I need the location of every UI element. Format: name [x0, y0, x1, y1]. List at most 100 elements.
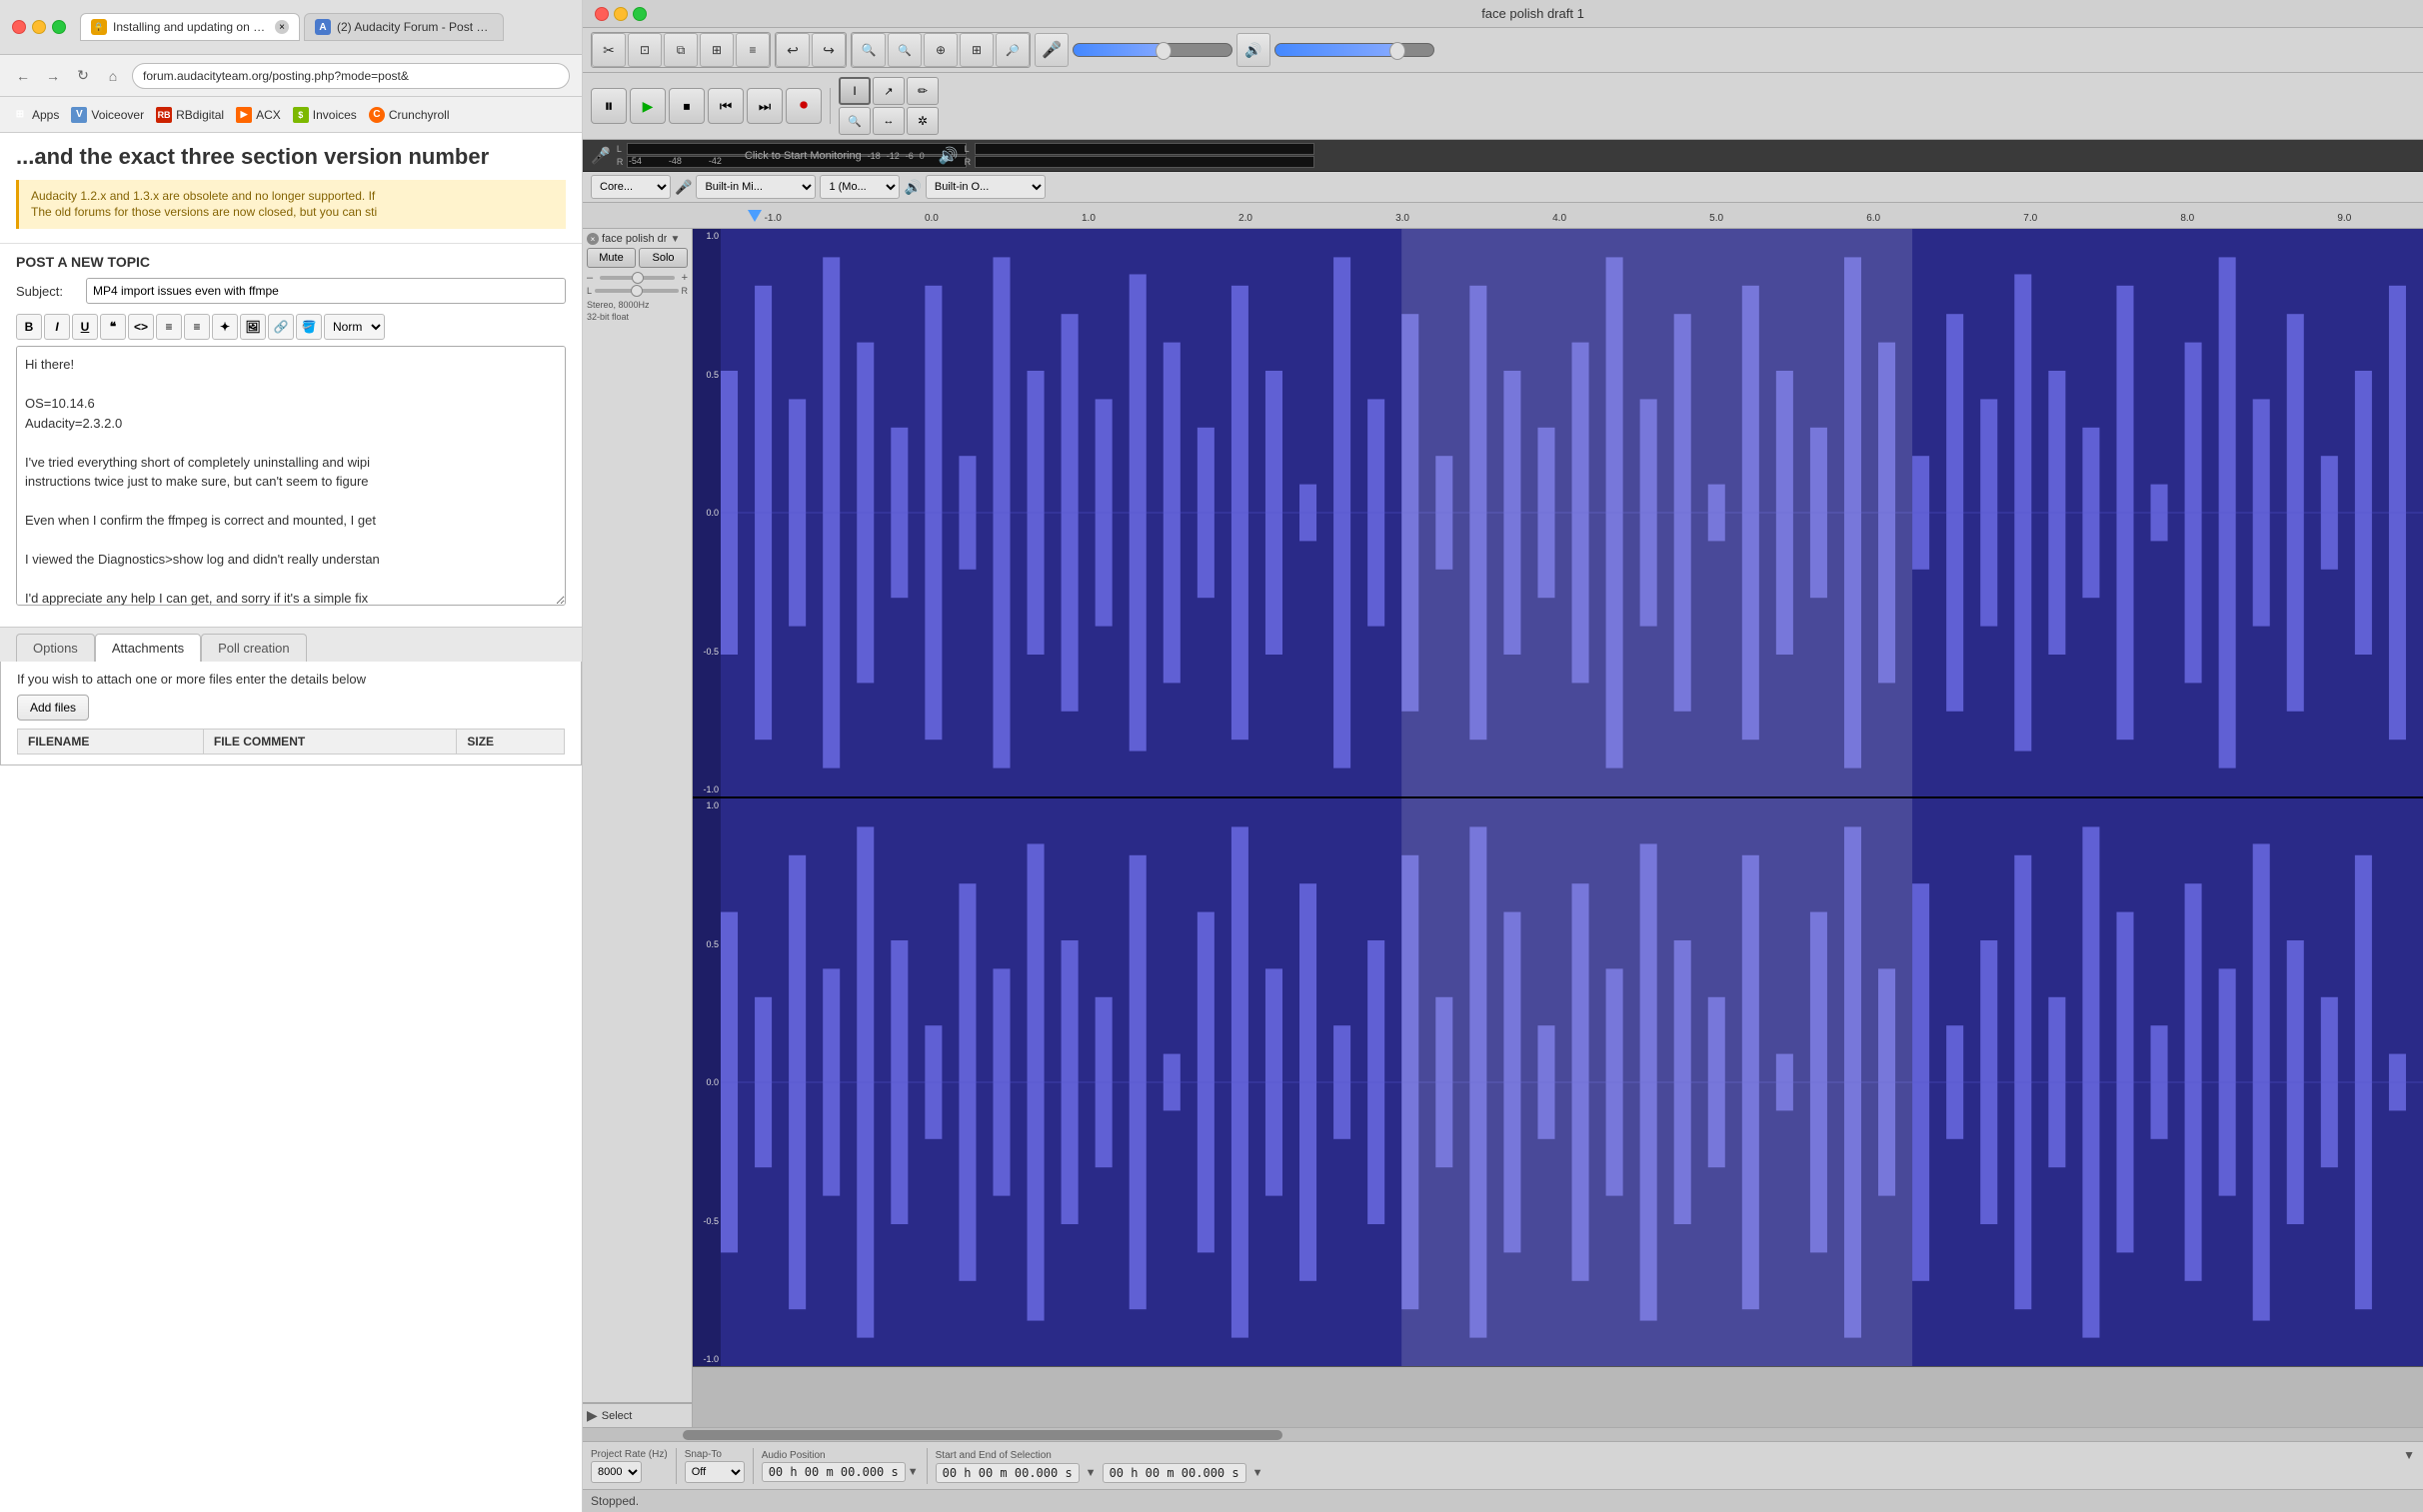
subject-input[interactable]: [86, 278, 566, 304]
solo-button[interactable]: Solo: [639, 248, 688, 268]
selection-mode-dropdown[interactable]: ▼: [2403, 1448, 2415, 1462]
waveform-channel-bottom[interactable]: 1.0 0.5 0.0 -0.5 -1.0: [693, 798, 2423, 1367]
pan-knob[interactable]: [631, 285, 643, 297]
ordered-list-button[interactable]: ≡: [184, 314, 210, 340]
bookmark-rbdigital[interactable]: RB RBdigital: [156, 107, 224, 123]
underline-button[interactable]: U: [72, 314, 98, 340]
project-rate-select[interactable]: 8000: [591, 1461, 642, 1483]
aud-close[interactable]: [595, 7, 609, 21]
special-button[interactable]: ✦: [212, 314, 238, 340]
snap-to-select[interactable]: Off: [685, 1461, 745, 1483]
refresh-button[interactable]: ↻: [72, 65, 94, 87]
cut-button[interactable]: ✂: [592, 33, 626, 67]
crunchyroll-icon: C: [369, 107, 385, 123]
playback-meter-button[interactable]: 🔊: [939, 146, 959, 166]
select-label[interactable]: Select: [602, 1410, 633, 1422]
track-expand-icon[interactable]: ▶: [587, 1407, 598, 1424]
attachments-tab[interactable]: Attachments: [95, 634, 201, 662]
volume-slider[interactable]: [600, 276, 675, 280]
selection-start-dropdown[interactable]: ▼: [1086, 1467, 1097, 1479]
redo-button[interactable]: ↪: [812, 33, 846, 67]
output-fader-knob[interactable]: [1389, 42, 1405, 60]
image-button[interactable]: 🖼: [240, 314, 266, 340]
add-files-button[interactable]: Add files: [17, 695, 89, 721]
bookmark-acx[interactable]: ▶ ACX: [236, 107, 281, 123]
timeline-ruler[interactable]: -1.0 0.0 1.0 2.0 3.0 4.0 5.0 6.0 7.0 8.0…: [583, 203, 2423, 229]
output-device-select[interactable]: Built-in O...: [926, 175, 1046, 199]
track-dropdown-arrow[interactable]: ▼: [670, 234, 680, 245]
channel-select[interactable]: 1 (Mo...: [820, 175, 900, 199]
click-monitor-label[interactable]: Click to Start Monitoring: [745, 150, 862, 162]
zoom-full-button[interactable]: 🔎: [996, 33, 1030, 67]
input-level-fader[interactable]: [1073, 43, 1232, 57]
record-meter-button[interactable]: 🎤: [591, 146, 611, 166]
tab-1[interactable]: 🔒 Installing and updating on Mac... ×: [80, 13, 300, 41]
zoom-selection-button[interactable]: ⊕: [924, 33, 958, 67]
tab1-close[interactable]: ×: [275, 20, 289, 34]
zoom-out-button[interactable]: 🔍: [888, 33, 922, 67]
url-bar[interactable]: [132, 63, 570, 89]
record-button[interactable]: ⏺: [786, 88, 822, 124]
trim-button[interactable]: ⊞: [700, 33, 734, 67]
play-button[interactable]: ▶: [630, 88, 666, 124]
zoom-in-button[interactable]: 🔍: [852, 33, 886, 67]
output-level-fader[interactable]: [1274, 43, 1434, 57]
input-device-select[interactable]: Built-in Mi...: [696, 175, 816, 199]
track-close-button[interactable]: ×: [587, 233, 599, 245]
poll-creation-tab[interactable]: Poll creation: [201, 634, 307, 662]
audio-position-dropdown[interactable]: ▼: [908, 1466, 919, 1478]
tab-2[interactable]: A (2) Audacity Forum - Post a...: [304, 13, 504, 41]
link-button[interactable]: 🔗: [268, 314, 294, 340]
select-tool[interactable]: I: [839, 77, 871, 105]
timeshift-tool[interactable]: ↔: [873, 107, 905, 135]
home-button[interactable]: ⌂: [102, 65, 124, 87]
stop-button[interactable]: ⏹: [669, 88, 705, 124]
post-body-textarea[interactable]: Hi there! OS=10.14.6 Audacity=2.3.2.0 I'…: [16, 346, 566, 606]
selection-end-dropdown[interactable]: ▼: [1252, 1467, 1263, 1479]
volume-knob[interactable]: [632, 272, 644, 284]
undo-button[interactable]: ↩: [776, 33, 810, 67]
quote-button[interactable]: ❝: [100, 314, 126, 340]
scrollbar-thumb[interactable]: [683, 1430, 1282, 1440]
multi-tool[interactable]: ✲: [907, 107, 939, 135]
back-button[interactable]: ←: [12, 65, 34, 87]
paste-button[interactable]: ⧉: [664, 33, 698, 67]
horizontal-scrollbar[interactable]: [583, 1427, 2423, 1441]
aud-maximize[interactable]: [633, 7, 647, 21]
envelope-tool[interactable]: ↗: [873, 77, 905, 105]
forward-button[interactable]: →: [42, 65, 64, 87]
vol-minus-label: –: [587, 272, 597, 284]
mute-button[interactable]: Mute: [587, 248, 636, 268]
draw-tool[interactable]: ✏: [907, 77, 939, 105]
silence-button[interactable]: ≡: [736, 33, 770, 67]
warning-line1: Audacity 1.2.x and 1.3.x are obsolete an…: [31, 188, 554, 205]
code-button[interactable]: <>: [128, 314, 154, 340]
input-fader-knob[interactable]: [1156, 42, 1172, 60]
bookmark-voiceover[interactable]: V Voiceover: [71, 107, 144, 123]
options-tab[interactable]: Options: [16, 634, 95, 662]
color-button[interactable]: 🪣: [296, 314, 322, 340]
zoom-tool[interactable]: 🔍: [839, 107, 871, 135]
close-traffic-light[interactable]: [12, 20, 26, 34]
skip-end-button[interactable]: ⏭: [747, 88, 783, 124]
font-size-select[interactable]: Norm Small Large: [324, 314, 385, 340]
selection-end-value: 00 h 00 m 00.000 s: [1103, 1463, 1246, 1483]
pause-button[interactable]: ⏸: [591, 88, 627, 124]
aud-minimize[interactable]: [614, 7, 628, 21]
speaker-button[interactable]: 🔊: [1236, 33, 1270, 67]
bookmark-invoices[interactable]: $ Invoices: [293, 107, 357, 123]
skip-start-button[interactable]: ⏮: [708, 88, 744, 124]
copy-button[interactable]: ⊡: [628, 33, 662, 67]
bookmark-crunchyroll[interactable]: C Crunchyroll: [369, 107, 450, 123]
pan-slider[interactable]: [595, 289, 678, 293]
maximize-traffic-light[interactable]: [52, 20, 66, 34]
italic-button[interactable]: I: [44, 314, 70, 340]
bold-button[interactable]: B: [16, 314, 42, 340]
mic-button[interactable]: 🎤: [1035, 33, 1069, 67]
waveform-channel-top[interactable]: 1.0 0.5 0.0 -0.5 -1.0: [693, 229, 2423, 798]
audio-host-select[interactable]: Core...: [591, 175, 671, 199]
zoom-fit-button[interactable]: ⊞: [960, 33, 994, 67]
list-button[interactable]: ≡: [156, 314, 182, 340]
minimize-traffic-light[interactable]: [32, 20, 46, 34]
bookmark-apps[interactable]: ⊞ Apps: [12, 107, 59, 123]
